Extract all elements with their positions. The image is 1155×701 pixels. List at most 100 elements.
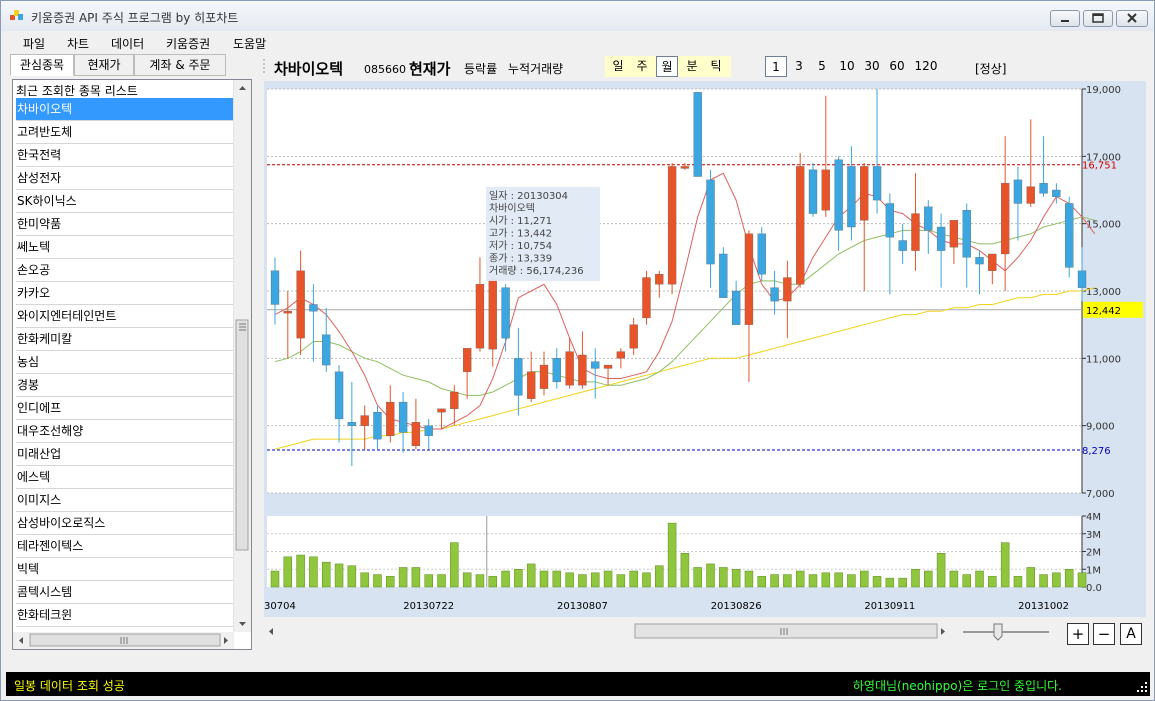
zoom-out-button[interactable]: −	[1093, 623, 1115, 645]
date-tick-label: 20130911	[864, 601, 915, 612]
volume-bar	[411, 567, 421, 588]
list-item[interactable]: 한미약품	[16, 213, 236, 236]
list-item[interactable]: 차바이오텍	[16, 98, 236, 121]
chart-hscroll-graphics	[269, 623, 945, 639]
app-window: 키움증권 API 주식 프로그램 by 히포차트 파일 차트 데이터 키움증권 …	[0, 0, 1155, 701]
list-item[interactable]: 삼성전자	[16, 167, 236, 190]
scroll-down-icon	[239, 622, 246, 626]
maximize-button[interactable]	[1083, 10, 1113, 27]
zoom-slider[interactable]	[961, 621, 1053, 643]
volume-bar	[424, 574, 433, 588]
volume-bar	[1000, 542, 1010, 588]
list-item[interactable]: 인디에프	[16, 397, 236, 420]
stock-name: 차바이오텍	[274, 60, 344, 78]
list-item[interactable]: 대우조선해양	[16, 420, 236, 443]
period-day-button[interactable]: 일	[607, 56, 629, 77]
list-item[interactable]: 경봉	[16, 374, 236, 397]
price-tick-label: 19,000	[1086, 85, 1121, 96]
candle-body	[527, 371, 536, 399]
interval-1-button[interactable]: 1	[765, 56, 787, 77]
chart-horizontal-scrollbar[interactable]	[263, 623, 951, 640]
candle-body	[847, 166, 856, 228]
price-tick-label: 7,000	[1086, 489, 1115, 500]
menu-kiwoom[interactable]: 키움증권	[166, 35, 210, 52]
period-minute-button[interactable]: 분	[681, 56, 703, 77]
zoom-auto-button[interactable]: A	[1120, 623, 1142, 645]
list-item[interactable]: 고려반도체	[16, 121, 236, 144]
zoom-slider-thumb	[993, 623, 1003, 641]
chart-area[interactable]: 19,000 17,000 15,000 13,000 11,000 9,000 7,000…	[264, 81, 1146, 617]
volume-bar	[706, 563, 715, 588]
list-item[interactable]: 미래산업	[16, 443, 236, 466]
resize-grip-icon[interactable]	[1134, 680, 1148, 694]
list-item[interactable]: 삼성바이오로직스	[16, 512, 236, 535]
stock-chart[interactable]: 19,00017,00015,00013,00011,0009,0007,000…	[264, 81, 1146, 617]
menu-chart[interactable]: 차트	[67, 35, 89, 52]
date-tick-label: 20131002	[1018, 601, 1069, 612]
recent-stock-list: 최근 조회한 종목 리스트 차바이오텍 고려반도체 한국전력 삼성전자 SK하이닉스 한미…	[12, 79, 252, 650]
interval-60-button[interactable]: 60	[885, 56, 909, 77]
interval-5-button[interactable]: 5	[812, 56, 832, 77]
period-month-button[interactable]: 월	[656, 56, 678, 77]
list-item[interactable]: 한화케미칼	[16, 328, 236, 351]
data-tooltip: 일자 : 20130304차바이오텍시가 : 11,271고가 : 13,442…	[486, 187, 600, 281]
candle-body	[488, 279, 497, 350]
candle-body	[731, 290, 741, 325]
interval-3-button[interactable]: 3	[789, 56, 809, 77]
tooltip-line: 거래량 : 56,174,236	[489, 265, 584, 277]
tab-account-order[interactable]: 계좌 & 주문	[134, 54, 226, 76]
list-item[interactable]: 손오공	[16, 259, 236, 282]
candle-body	[808, 169, 818, 214]
menu-data[interactable]: 데이터	[111, 35, 144, 52]
menu-file[interactable]: 파일	[23, 35, 45, 52]
list-item[interactable]: 농심	[16, 351, 236, 374]
candle-body	[962, 210, 971, 258]
interval-120-button[interactable]: 120	[911, 56, 941, 77]
candle-body	[309, 304, 318, 312]
volume-bar	[347, 565, 357, 588]
list-item[interactable]: 와이지엔터테인먼트	[16, 305, 236, 328]
close-button[interactable]	[1116, 10, 1148, 27]
list-item[interactable]: 테라젠이텍스	[16, 535, 236, 558]
list-vertical-scrollbar[interactable]	[233, 80, 251, 632]
list-item[interactable]: 빅텍	[16, 558, 236, 581]
candle-body	[988, 253, 997, 271]
minimize-button[interactable]	[1050, 10, 1080, 27]
list-item[interactable]: 한국전력	[16, 144, 236, 167]
volume-bar	[885, 577, 895, 588]
list-item[interactable]: 한화테크윈	[16, 604, 236, 627]
candle-body	[783, 277, 792, 302]
volume-bar	[1064, 569, 1074, 588]
interval-10-button[interactable]: 10	[835, 56, 859, 77]
period-low-label: 8,276	[1082, 446, 1111, 457]
period-week-button[interactable]: 주	[631, 56, 653, 77]
volume-tick-label: 4M	[1086, 512, 1101, 523]
zoom-in-button[interactable]: +	[1067, 623, 1089, 645]
candle-body	[475, 284, 485, 349]
tab-current-price[interactable]: 현재가	[74, 54, 134, 76]
list-item[interactable]: 이미지스	[16, 489, 236, 512]
date-tick-label: 30704	[264, 601, 296, 612]
candle-body	[680, 166, 690, 169]
list-horizontal-scrollbar[interactable]	[13, 632, 234, 649]
candle	[642, 270, 651, 325]
tab-watchlist[interactable]: 관심종목	[10, 54, 74, 76]
list-item[interactable]: 쎄노텍	[16, 236, 236, 259]
volume-bar	[578, 574, 587, 588]
list-item[interactable]: 카카오	[16, 282, 236, 305]
volume-bar	[475, 574, 485, 588]
list-item[interactable]: 콤텍시스템	[16, 581, 236, 604]
candle	[693, 92, 702, 177]
volume-bar	[975, 570, 984, 588]
candle-body	[885, 203, 895, 238]
candle-body	[796, 166, 805, 285]
menu-help[interactable]: 도움말	[233, 35, 266, 52]
candle	[719, 247, 728, 298]
period-tick-button[interactable]: 틱	[705, 56, 727, 77]
candle	[757, 227, 766, 281]
volume-bar	[552, 570, 562, 588]
list-item[interactable]: 에스텍	[16, 466, 236, 489]
app-icon	[10, 10, 23, 20]
list-item[interactable]: SK하이닉스	[16, 190, 236, 213]
interval-30-button[interactable]: 30	[860, 56, 884, 77]
